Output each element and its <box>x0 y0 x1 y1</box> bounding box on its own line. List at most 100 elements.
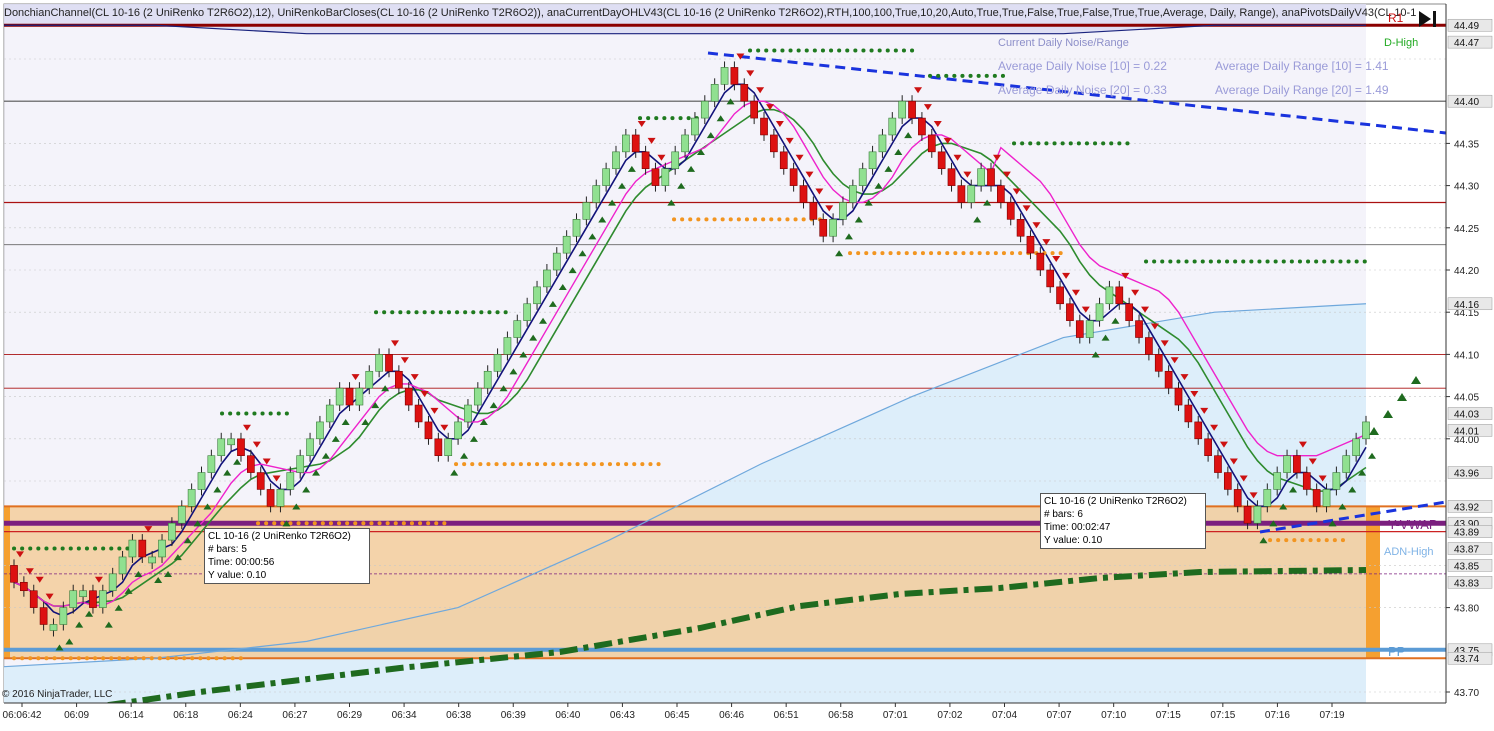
scroll-to-end-button[interactable] <box>1416 8 1440 30</box>
candle-up <box>296 455 305 473</box>
x-tick-label: 06:06:42 <box>3 710 42 721</box>
candle-down <box>1312 489 1321 507</box>
x-tick-label: 06:58 <box>828 710 853 721</box>
candle-down <box>1056 286 1064 305</box>
x-tick-label: 06:29 <box>337 710 362 721</box>
candle-down <box>89 590 97 608</box>
candle-up <box>720 67 729 85</box>
candle-up <box>375 354 383 372</box>
tooltip-1-bars: # bars: 5 <box>208 544 247 555</box>
info-line3-right: Average Daily Range [20] = 1.49 <box>1215 83 1389 97</box>
x-tick-label: 06:43 <box>610 710 635 721</box>
candle-up <box>1283 455 1291 473</box>
candle-up <box>325 404 334 423</box>
measure-tooltip-2: CL 10-16 (2 UniRenko T2R6O2) # bars: 6 T… <box>1040 493 1206 549</box>
y-tick-label: 44.25 <box>1454 224 1479 235</box>
candle-down <box>10 565 18 583</box>
pivot-band-right-edge <box>1366 506 1380 659</box>
info-line1-left: Current Daily Noise/Range <box>998 37 1129 49</box>
candle-down <box>266 489 275 507</box>
candle-up <box>187 489 196 507</box>
candle-down <box>1223 472 1232 490</box>
candle-down <box>631 134 640 153</box>
chart-header-text: DonchianChannel(CL 10-16 (2 UniRenko T2R… <box>4 7 1416 19</box>
y-axis-panel <box>1446 0 1494 726</box>
candle-up <box>1332 472 1341 490</box>
candle-up <box>533 286 541 305</box>
candle-up <box>1095 303 1104 321</box>
candle-down <box>404 387 413 406</box>
pivot-band-left-edge <box>4 506 10 659</box>
candle-up <box>612 151 620 170</box>
candle-up <box>168 522 176 541</box>
candle-up <box>108 573 117 592</box>
x-tick-label: 06:18 <box>173 710 198 721</box>
tooltip-2-time: Time: 00:02:47 <box>1044 522 1111 533</box>
candle-up <box>227 438 235 446</box>
candle-down <box>957 185 966 203</box>
candle-down <box>987 168 995 186</box>
candle-up <box>158 539 166 558</box>
x-tick-label: 06:34 <box>392 710 417 721</box>
candle-up <box>79 590 87 598</box>
candle-down <box>1125 303 1134 321</box>
candle-up <box>316 421 324 440</box>
candle-down <box>256 472 265 490</box>
candle-up <box>1322 489 1331 507</box>
candle-down <box>1214 455 1222 473</box>
x-tick-label: 07:15 <box>1210 710 1235 721</box>
candle-down <box>908 100 916 119</box>
candle-up <box>543 269 551 288</box>
candle-down <box>29 590 38 608</box>
x-tick-label: 07:19 <box>1319 710 1344 721</box>
candle-up <box>306 438 314 456</box>
x-tick-label: 07:16 <box>1265 710 1290 721</box>
candle-down <box>770 134 778 153</box>
candle-up <box>444 438 453 456</box>
candle-up <box>355 387 364 406</box>
candle-up <box>335 387 344 406</box>
candle-down <box>1145 337 1153 355</box>
candle-down <box>385 354 393 372</box>
candle-down <box>39 607 48 625</box>
candle-down <box>750 100 758 119</box>
candle-up <box>128 539 137 558</box>
info-line2-right: Average Daily Range [10] = 1.41 <box>1215 59 1389 73</box>
tooltip-1-time: Time: 00:00:56 <box>208 557 275 568</box>
price-tag-label: 43.89 <box>1454 528 1479 539</box>
price-tag-label: 43.96 <box>1454 469 1479 480</box>
candle-down <box>1164 370 1173 389</box>
x-tick-label: 06:45 <box>664 710 689 721</box>
measure-tooltip-1: CL 10-16 (2 UniRenko T2R6O2) # bars: 5 T… <box>204 528 370 584</box>
price-tag-label: 44.03 <box>1454 409 1479 420</box>
candle-up <box>454 421 462 440</box>
tooltip-1-yvalue: Y value: 0.10 <box>208 570 267 581</box>
price-tag-label: 43.74 <box>1454 654 1479 665</box>
candle-up <box>681 134 689 153</box>
x-tick-label: 07:15 <box>1156 710 1181 721</box>
candle-up <box>49 624 58 631</box>
price-tag-label: 43.87 <box>1454 545 1479 556</box>
candle-up <box>118 556 127 575</box>
price-tag-label: 44.01 <box>1454 426 1479 437</box>
candle-down <box>1075 320 1084 338</box>
candle-up <box>503 337 512 355</box>
candle-down <box>246 455 255 473</box>
candle-up <box>848 185 857 203</box>
x-tick-label: 06:27 <box>282 710 307 721</box>
candle-up <box>1352 438 1360 456</box>
candle-up <box>839 202 847 220</box>
candle-up <box>898 100 907 119</box>
x-tick-label: 07:07 <box>1047 710 1072 721</box>
candle-down <box>947 168 956 186</box>
candle-up <box>868 151 877 170</box>
candle-up <box>464 404 472 423</box>
pp-label: PP <box>1388 644 1405 659</box>
candle-up <box>977 168 985 186</box>
candle-up <box>98 590 107 608</box>
candle-down <box>997 185 1005 203</box>
skip-to-end-icon <box>1419 11 1436 27</box>
candle-up <box>1263 489 1272 507</box>
candle-down <box>1174 387 1183 406</box>
candle-down <box>1036 252 1045 271</box>
